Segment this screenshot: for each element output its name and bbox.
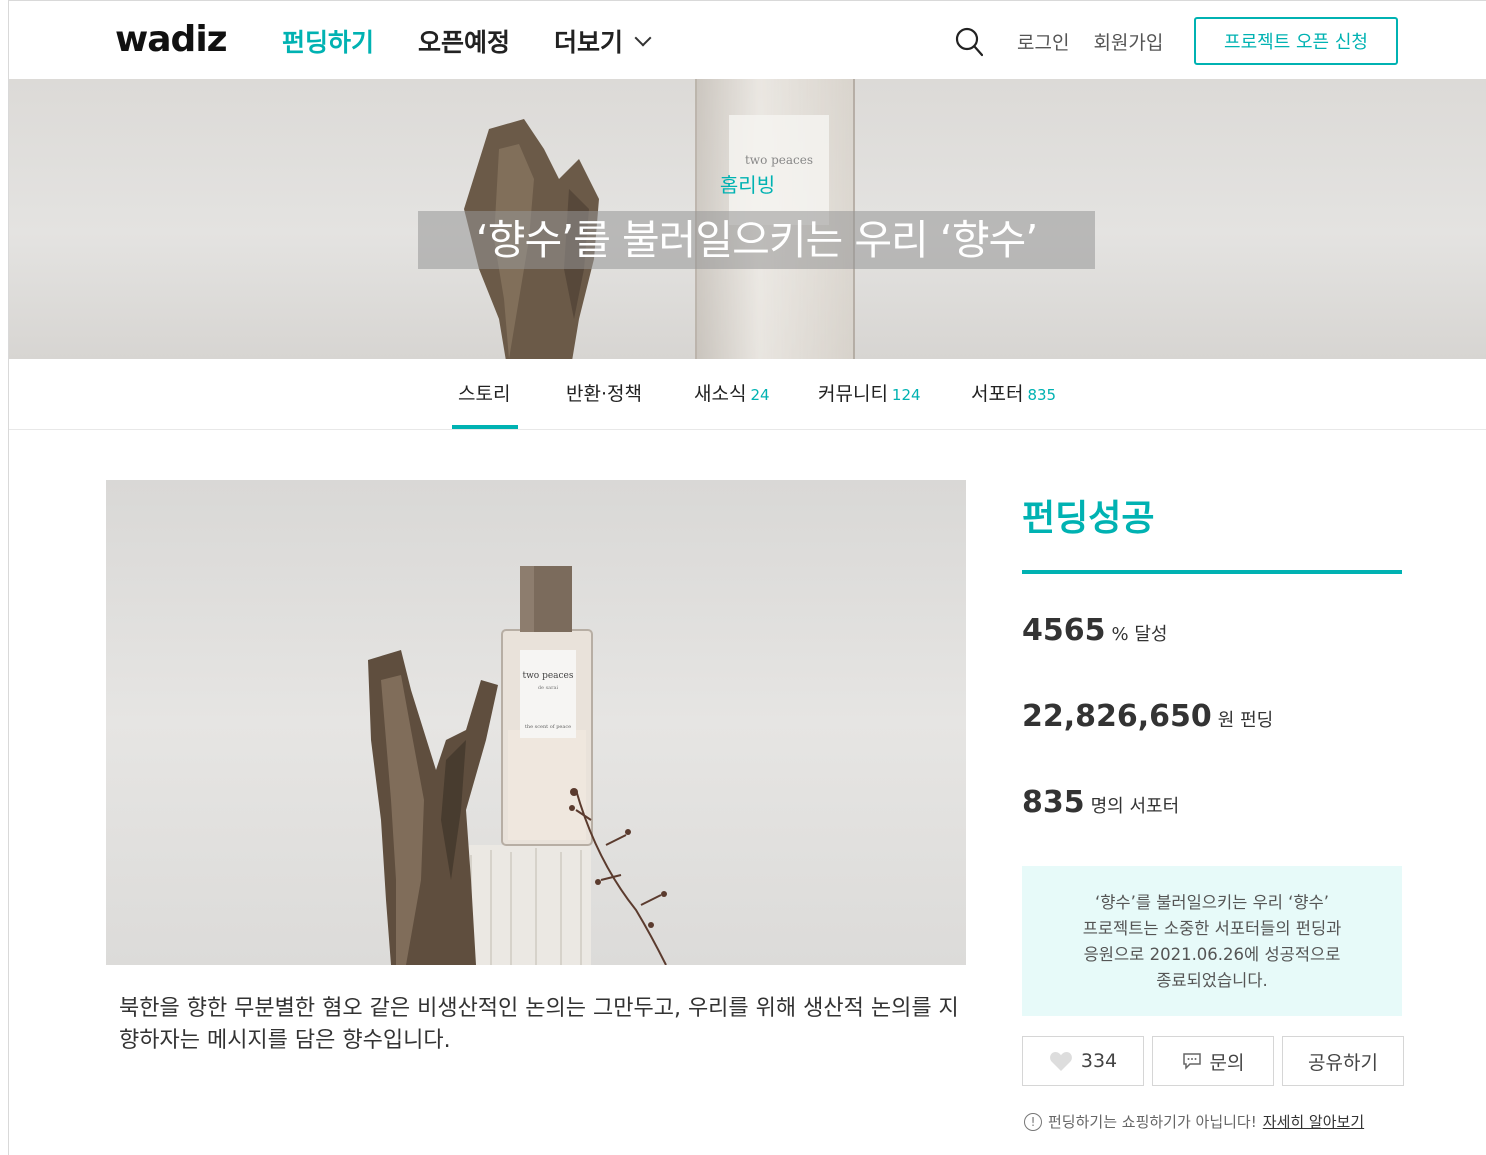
chat-bubble-icon bbox=[1182, 1053, 1201, 1070]
tab-supporters-label: 서포터 bbox=[971, 383, 1024, 405]
hero-bottle-label-text: two peaces bbox=[744, 153, 814, 167]
main-nav: 펀딩하기 오픈예정 더보기 bbox=[282, 23, 652, 59]
supporters-value: 835 bbox=[1022, 785, 1085, 820]
supporters-unit: 명의 서포터 bbox=[1090, 796, 1180, 817]
achievement-rate: 4565 % 달성 bbox=[1022, 613, 1167, 648]
tab-community-label: 커뮤니티 bbox=[818, 383, 888, 405]
notice-line: 종료되었습니다. bbox=[1156, 971, 1268, 990]
info-icon: ! bbox=[1024, 1112, 1042, 1131]
learn-more-link[interactable]: 자세히 알아보기 bbox=[1263, 1111, 1364, 1132]
active-tab-indicator bbox=[452, 425, 518, 429]
like-count: 334 bbox=[1080, 1050, 1118, 1072]
share-button[interactable]: 공유하기 bbox=[1282, 1036, 1404, 1086]
funding-complete-notice: ‘향수’를 불러일으키는 우리 ‘향수’ 프로젝트는 소중한 서포터들의 펀딩과… bbox=[1022, 866, 1402, 1016]
search-icon[interactable] bbox=[955, 27, 983, 57]
tab-story[interactable]: 스토리 bbox=[458, 379, 510, 406]
funding-disclaimer: ! 펀딩하기는 쇼핑하기가 아닙니다! 자세히 알아보기 bbox=[1024, 1111, 1364, 1132]
nav-upcoming-label: 오픈예정 bbox=[418, 28, 511, 57]
funding-amount: 22,826,650 원 펀딩 bbox=[1022, 699, 1273, 734]
chevron-down-icon bbox=[634, 29, 652, 47]
signup-link[interactable]: 회원가입 bbox=[1093, 28, 1163, 55]
tab-story-label: 스토리 bbox=[458, 383, 511, 405]
action-buttons: 334 문의 공유하기 bbox=[1022, 1036, 1404, 1086]
amount-value: 22,826,650 bbox=[1022, 699, 1212, 734]
open-project-button[interactable]: 프로젝트 오픈 신청 bbox=[1194, 17, 1398, 65]
product-label-sub: de sarai bbox=[538, 685, 559, 691]
product-label-bottom: the scent of peace bbox=[525, 724, 571, 730]
notice-line: 응원으로 2021.06.26에 성공적으로 bbox=[1083, 945, 1341, 964]
disclaimer-text: 펀딩하기는 쇼핑하기가 아닙니다! bbox=[1048, 1113, 1257, 1131]
wadiz-logo[interactable]: wadiz bbox=[115, 19, 228, 60]
achievement-unit: % 달성 bbox=[1111, 624, 1168, 645]
tab-community-count: 124 bbox=[891, 386, 921, 404]
share-label: 공유하기 bbox=[1308, 1051, 1378, 1074]
auth-links: 로그인 회원가입 bbox=[1017, 28, 1163, 55]
perfume-product-illustration: two peaces de sarai the scent of peace bbox=[368, 566, 667, 965]
supporter-count: 835 명의 서포터 bbox=[1022, 785, 1179, 820]
tab-community[interactable]: 커뮤니티 124 bbox=[818, 379, 921, 406]
page-frame: wadiz 펀딩하기 오픈예정 더보기 로그인 회원가입 프로젝트 오픈 신청 … bbox=[8, 0, 1486, 1155]
tab-supporters-count: 835 bbox=[1027, 386, 1057, 404]
achievement-value: 4565 bbox=[1022, 613, 1106, 648]
product-label-top: two peaces bbox=[522, 671, 573, 681]
tab-refund-policy[interactable]: 반환·정책 bbox=[566, 379, 642, 406]
nav-more-label: 더보기 bbox=[554, 28, 624, 57]
tab-refund-policy-label: 반환·정책 bbox=[566, 383, 642, 405]
inquiry-button[interactable]: 문의 bbox=[1152, 1036, 1274, 1086]
project-tabs: 스토리 반환·정책 새소식 24 커뮤니티 124 서포터 835 bbox=[9, 359, 1486, 430]
tab-news[interactable]: 새소식 24 bbox=[694, 379, 770, 406]
product-main-image: two peaces de sarai the scent of peace bbox=[106, 480, 966, 965]
login-link[interactable]: 로그인 bbox=[1017, 28, 1069, 55]
tab-supporters[interactable]: 서포터 835 bbox=[971, 379, 1056, 406]
notice-line: ‘향수’를 불러일으키는 우리 ‘향수’ bbox=[1094, 893, 1330, 912]
tab-news-label: 새소식 bbox=[694, 383, 747, 405]
top-header: wadiz 펀딩하기 오픈예정 더보기 로그인 회원가입 프로젝트 오픈 신청 bbox=[9, 1, 1486, 79]
hero-title: ‘향수’를 불러일으키는 우리 ‘향수’ bbox=[418, 211, 1095, 269]
amount-unit: 원 펀딩 bbox=[1217, 710, 1274, 731]
hero-banner: two peaces 홈리빙 ‘향수’를 불러일으키는 우리 ‘향수’ bbox=[9, 79, 1486, 359]
inquiry-label: 문의 bbox=[1209, 1051, 1245, 1074]
nav-upcoming[interactable]: 오픈예정 bbox=[418, 23, 510, 59]
funding-status-title: 펀딩성공 bbox=[1022, 498, 1155, 539]
nav-funding-label: 펀딩하기 bbox=[282, 28, 375, 57]
funding-progress-bar bbox=[1022, 570, 1402, 574]
notice-line: 프로젝트는 소중한 서포터들의 펀딩과 bbox=[1082, 919, 1342, 938]
heart-icon bbox=[1049, 1052, 1072, 1071]
nav-more[interactable]: 더보기 bbox=[554, 23, 652, 59]
hero-category[interactable]: 홈리빙 bbox=[9, 169, 1486, 198]
project-description: 북한을 향한 무분별한 혐오 같은 비생산적인 논의는 그만두고, 우리를 위해… bbox=[119, 996, 959, 1053]
nav-funding[interactable]: 펀딩하기 bbox=[282, 23, 374, 59]
tab-news-count: 24 bbox=[750, 386, 770, 404]
like-button[interactable]: 334 bbox=[1022, 1036, 1144, 1086]
